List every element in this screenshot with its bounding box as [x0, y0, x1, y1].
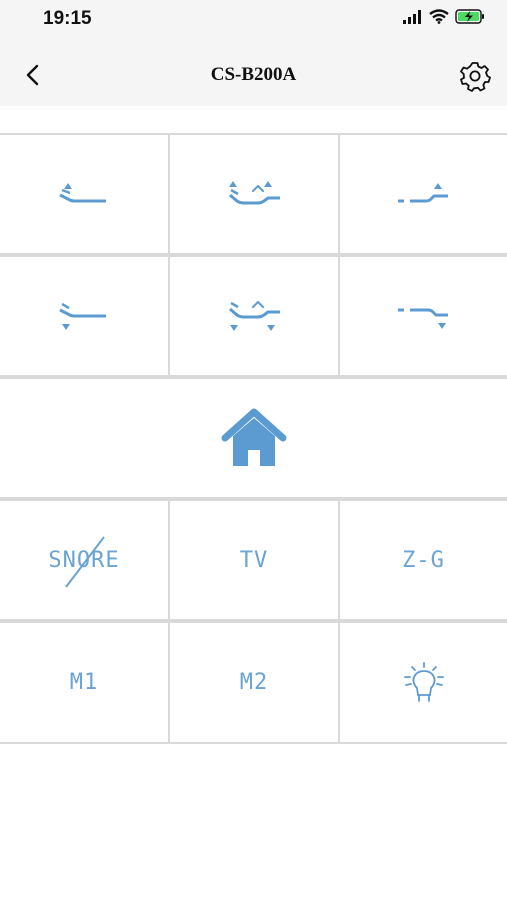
- tv-button[interactable]: TV: [170, 501, 338, 619]
- head-foot-down-icon: [229, 301, 280, 331]
- head-down-icon: [59, 302, 106, 330]
- zero-g-button[interactable]: Z-G: [340, 501, 507, 619]
- tv-label: TV: [239, 547, 269, 573]
- signal-icon: [403, 9, 421, 24]
- status-bar: 19:15: [0, 0, 507, 44]
- status-time: 19:15: [43, 8, 92, 29]
- light-button[interactable]: [340, 623, 507, 742]
- m1-label: M1: [69, 670, 99, 695]
- home-button[interactable]: [0, 379, 507, 497]
- foot-up-icon: [397, 183, 448, 203]
- memory-1-button[interactable]: M1: [0, 623, 168, 742]
- light-bulb-icon: [403, 661, 444, 702]
- gear-icon[interactable]: [459, 60, 491, 92]
- head-foot-down-button[interactable]: [170, 257, 338, 375]
- foot-down-icon: [397, 308, 448, 329]
- foot-down-button[interactable]: [340, 257, 507, 375]
- page-title: CS-B200A: [210, 64, 297, 85]
- home-icon: [221, 408, 286, 466]
- head-foot-up-icon: [229, 181, 280, 205]
- status-icons: [403, 9, 485, 24]
- head-foot-up-button[interactable]: [170, 135, 338, 253]
- head-down-button[interactable]: [0, 257, 168, 375]
- zero-g-label: Z-G: [402, 547, 445, 573]
- wifi-icon: [429, 9, 449, 24]
- foot-up-button[interactable]: [340, 135, 507, 253]
- control-grid: SNORE TV Z-G M1 M2: [0, 133, 507, 744]
- battery-charging-icon: [455, 9, 484, 24]
- head-up-icon: [59, 183, 106, 203]
- memory-2-button[interactable]: M2: [170, 623, 338, 742]
- navigation-bar: CS-B200A: [0, 44, 507, 106]
- strikethrough-icon: [65, 536, 105, 588]
- m2-label: M2: [239, 670, 269, 695]
- head-up-button[interactable]: [0, 135, 168, 253]
- snore-button[interactable]: SNORE: [0, 501, 168, 619]
